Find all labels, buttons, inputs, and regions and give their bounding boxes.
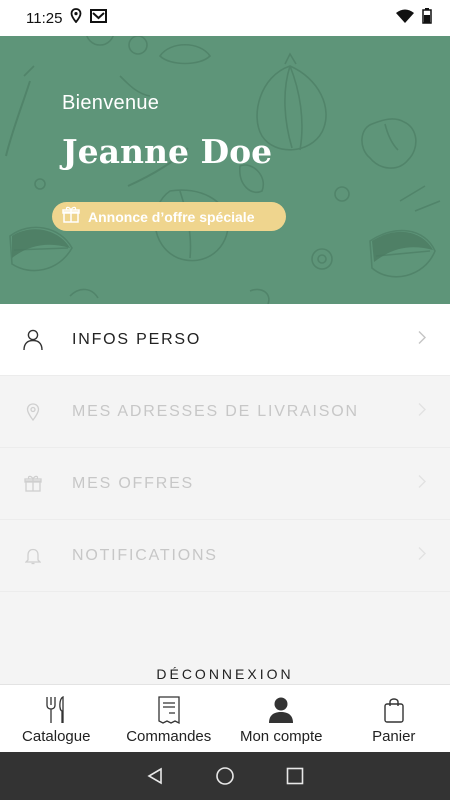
gift-icon: [62, 206, 80, 228]
bottom-navigation: Catalogue Commandes Mon compte Panier: [0, 684, 450, 752]
tab-label: Panier: [372, 728, 416, 745]
welcome-greeting: Bienvenue: [62, 92, 160, 114]
menu-item-label: NOTIFICATIONS: [72, 546, 218, 564]
logout-button[interactable]: DÉCONNEXION: [0, 666, 450, 682]
account-menu: INFOS PERSO MES ADRESSES DE LIVRAISON ME…: [0, 304, 450, 592]
menu-item-infos-perso[interactable]: INFOS PERSO: [0, 304, 450, 376]
mail-icon: [90, 8, 108, 28]
home-icon[interactable]: [190, 752, 260, 800]
tab-label: Commandes: [126, 728, 212, 745]
menu-item-label: MES OFFRES: [72, 474, 195, 492]
recents-icon[interactable]: [260, 752, 330, 800]
user-name: Jeanne Doe: [62, 132, 273, 171]
location-pin-icon: [22, 401, 44, 423]
wifi-icon: [396, 9, 414, 28]
menu-item-delivery-addresses[interactable]: MES ADRESSES DE LIVRAISON: [0, 376, 450, 448]
chevron-right-icon: [418, 474, 426, 493]
profile-hero: Bienvenue Jeanne Doe Annonce d’offre spé…: [0, 36, 450, 304]
bag-icon: [383, 695, 405, 725]
status-bar: 11:25: [0, 0, 450, 36]
chevron-right-icon: [418, 330, 426, 349]
location-icon: [70, 8, 82, 28]
status-time: 11:25: [26, 9, 63, 27]
bell-icon: [22, 545, 44, 567]
menu-item-notifications[interactable]: NOTIFICATIONS: [0, 520, 450, 592]
chevron-right-icon: [418, 546, 426, 565]
menu-item-label: MES ADRESSES DE LIVRAISON: [72, 402, 359, 420]
menu-item-offers[interactable]: MES OFFRES: [0, 448, 450, 520]
special-offer-button[interactable]: Annonce d’offre spéciale: [52, 202, 286, 231]
user-icon: [22, 329, 44, 351]
back-icon[interactable]: [120, 752, 190, 800]
tab-mon-compte[interactable]: Mon compte: [225, 685, 338, 752]
gift-icon: [22, 473, 44, 495]
tab-panier[interactable]: Panier: [338, 685, 450, 752]
special-offer-label: Annonce d’offre spéciale: [88, 208, 255, 225]
tab-label: Catalogue: [22, 728, 91, 745]
cutlery-icon: [45, 695, 67, 725]
tab-commandes[interactable]: Commandes: [113, 685, 226, 752]
menu-item-label: INFOS PERSO: [72, 330, 202, 348]
tab-catalogue[interactable]: Catalogue: [0, 685, 113, 752]
battery-icon: [422, 7, 432, 29]
tab-label: Mon compte: [239, 728, 323, 745]
chevron-right-icon: [418, 402, 426, 421]
system-navigation-bar: [0, 752, 450, 800]
account-icon: [268, 695, 294, 725]
receipt-icon: [157, 695, 181, 725]
